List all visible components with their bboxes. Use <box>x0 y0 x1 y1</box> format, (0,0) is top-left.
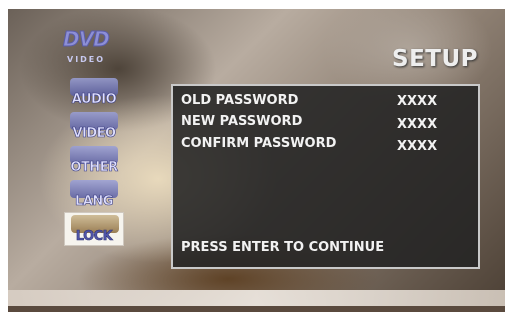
menu-item-label: AUDIO <box>71 92 117 108</box>
new-password-label: NEW PASSWORD <box>181 114 303 129</box>
old-password-label: OLD PASSWORD <box>181 93 299 108</box>
bottom-band <box>8 290 505 306</box>
continue-prompt: PRESS ENTER TO CONTINUE <box>181 240 385 255</box>
menu-item-label: LANG <box>75 194 114 210</box>
menu-item-audio[interactable]: AUDIO <box>64 76 124 108</box>
confirm-password-field[interactable]: XXXX <box>397 139 437 154</box>
menu-item-other[interactable]: OTHER <box>64 144 124 176</box>
logo-sub-text: VIDEO <box>67 55 106 64</box>
confirm-password-label: CONFIRM PASSWORD <box>181 136 337 151</box>
logo-main-text: DVD <box>63 27 111 52</box>
menu-item-label: VIDEO <box>72 126 116 142</box>
menu-item-video[interactable]: VIDEO <box>64 110 124 142</box>
setup-menu: AUDIO VIDEO OTHER LANG LOCK <box>60 76 128 248</box>
page-title: SETUP <box>392 46 478 72</box>
password-panel: OLD PASSWORD XXXX NEW PASSWORD XXXX CONF… <box>171 84 480 269</box>
menu-item-label: LOCK <box>75 229 114 245</box>
menu-item-lock[interactable]: LOCK <box>64 212 124 246</box>
new-password-field[interactable]: XXXX <box>397 117 437 132</box>
menu-item-label: OTHER <box>70 160 118 176</box>
menu-item-lang[interactable]: LANG <box>64 178 124 210</box>
bottom-strip <box>8 306 505 312</box>
old-password-field[interactable]: XXXX <box>397 94 437 109</box>
dvd-video-logo: DVD VIDEO <box>57 25 127 69</box>
